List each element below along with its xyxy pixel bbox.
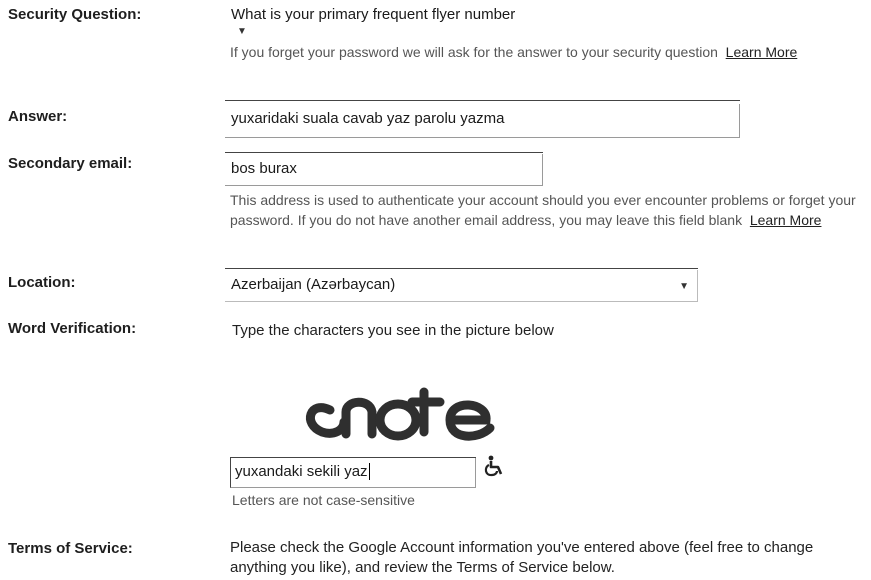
wheelchair-icon[interactable] [483,455,505,477]
captcha-value: yuxandaki sekili yaz [235,463,368,480]
chevron-down-icon: ▼ [679,281,689,292]
secondary-email-input[interactable]: bos burax [225,154,543,186]
secondary-email-help: This address is used to authenticate you… [230,190,870,230]
answer-value: yuxaridaki suala cavab yaz parolu yazma [231,110,505,127]
location-field-top-border [225,268,698,269]
secondary-email-learn-more-link[interactable]: Learn More [750,212,822,228]
answer-input[interactable]: yuxaridaki suala cavab yaz parolu yazma [225,104,740,138]
captcha-input[interactable]: yuxandaki sekili yaz [230,458,476,488]
security-question-help: If you forget your password we will ask … [230,42,830,62]
secondary-email-value: bos burax [231,160,297,177]
security-question-label: Security Question: [8,6,142,23]
location-value: Azerbaijan (Azərbaycan) [231,276,396,293]
security-learn-more-link[interactable]: Learn More [726,44,798,60]
security-question-help-text: If you forget your password we will ask … [230,44,718,60]
captcha-note: Letters are not case-sensitive [232,492,415,508]
word-verification-label: Word Verification: [8,320,137,337]
word-verification-instruction: Type the characters you see in the pictu… [232,322,554,339]
captcha-text: cnote [300,372,303,373]
terms-label: Terms of Service: [8,540,133,557]
text-cursor [368,463,370,480]
answer-field-top-border [225,100,740,101]
answer-label: Answer: [8,108,68,125]
security-question-value: What is your primary frequent flyer numb… [231,6,516,23]
secondary-email-field-top-border [225,152,543,153]
security-question-select[interactable]: What is your primary frequent flyer numb… [225,0,525,46]
location-label: Location: [8,274,76,291]
location-select[interactable]: Azerbaijan (Azərbaycan) ▼ [225,270,698,302]
captcha-image: cnote [300,372,495,441]
secondary-email-label: Secondary email: [8,155,133,172]
terms-text: Please check the Google Account informat… [230,539,814,576]
chevron-down-icon: ▼ [237,26,247,37]
